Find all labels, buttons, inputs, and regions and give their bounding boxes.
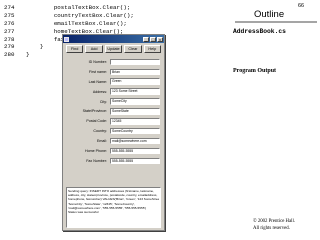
line-number: 276 [4, 19, 15, 27]
code-text: emailTextBox.Clear(); [26, 19, 127, 27]
status-line: Status was successful [68, 210, 99, 215]
line-number: 274 [4, 4, 15, 11]
copyright-line: © 2002 Prentice Hall. [253, 219, 296, 224]
address-field[interactable]: 123 Some Street [110, 88, 160, 95]
code-line: 275 countryTextBox.Clear(); [4, 12, 134, 20]
line-number: 277 [4, 27, 15, 35]
email-label: Email: [97, 139, 107, 144]
minimize-button[interactable]: _ [143, 36, 149, 42]
app-icon [64, 36, 69, 42]
close-button[interactable]: x [157, 36, 163, 42]
field-row-state: State/Province: SomeState [66, 106, 161, 116]
help-button[interactable]: Help [143, 45, 162, 53]
fax-field[interactable]: 555-555-5555 [110, 157, 160, 165]
copyright-line: All rights reserved. [253, 225, 290, 231]
line-number: 275 [4, 11, 15, 19]
city-label: City: [99, 99, 107, 104]
find-button[interactable]: Find [66, 45, 84, 53]
fax-label: Fax Number: [86, 158, 107, 163]
form-fields: ID Number: First name: Brian Last Name: … [63, 55, 164, 166]
add-button[interactable]: Add [85, 45, 103, 53]
status-textbox[interactable]: Sending query: INSERT INTO addresses (fi… [66, 187, 161, 228]
line-number: 280 [4, 51, 15, 59]
outline-divider [235, 21, 317, 23]
last-name-field[interactable]: Green [110, 78, 160, 86]
clear-button[interactable]: Clear [124, 45, 142, 53]
field-row-country: Country: SomeCountry [66, 126, 161, 136]
program-output-label: Program Output [233, 68, 277, 74]
field-row-first-name: First name: Brian [66, 67, 161, 77]
code-text: postalTextBox.Clear(); [26, 4, 131, 11]
code-line: 276 emailTextBox.Clear(); [4, 20, 134, 28]
first-name-label: First name: [89, 69, 107, 74]
title-bar: _ □ x [63, 35, 164, 43]
field-row-last-name: Last Name: Green [66, 77, 161, 87]
code-text: countryTextBox.Clear(); [26, 11, 134, 19]
field-row-city: City: SomeCity [66, 97, 161, 107]
id-field[interactable] [110, 58, 160, 66]
field-row-home-phone: Home Phone: 555-555-5555 [66, 146, 161, 156]
maximize-button[interactable]: □ [150, 36, 156, 42]
status-line: homephone, faxnumber) VALUES('Brian', 'G… [68, 197, 159, 202]
postal-code-label: Postal Code: [86, 119, 107, 124]
outline-heading: Outline [254, 9, 285, 20]
field-row-id: ID Number: [66, 57, 161, 67]
state-field[interactable]: SomeState [110, 108, 160, 115]
field-row-fax: Fax Number: 555-555-5555 [66, 156, 161, 166]
home-phone-field[interactable]: 555-555-5555 [110, 147, 160, 155]
email-field[interactable]: mail@somewhere.com [110, 137, 160, 145]
country-label: Country: [93, 129, 107, 134]
country-field[interactable]: SomeCountry [110, 127, 160, 135]
last-name-label: Last Name: [88, 79, 107, 84]
state-label: State/Province: [82, 109, 107, 114]
update-button[interactable]: Update [104, 45, 123, 53]
outline-topic: AddressBook.cs [233, 28, 286, 35]
address-label: Address: [92, 89, 107, 94]
address-book-window: _ □ x Find Add Update Clear Help ID Numb… [62, 34, 165, 231]
line-number: 279 [4, 43, 15, 51]
id-label: ID Number: [88, 59, 107, 64]
field-row-postal: Postal Code: 12345 [66, 116, 161, 126]
button-bar: Find Add Update Clear Help [63, 43, 164, 55]
first-name-field[interactable]: Brian [110, 68, 160, 76]
code-text: } [26, 51, 30, 59]
postal-code-field[interactable]: 12345 [110, 117, 160, 125]
slide-number: 66 [298, 3, 305, 9]
field-row-address: Address: 123 Some Street [66, 87, 161, 97]
line-number: 278 [4, 35, 15, 43]
copyright: © 2002 Prentice Hall. All rights reserve… [253, 219, 295, 232]
city-field[interactable]: SomeCity [110, 98, 160, 105]
home-phone-label: Home Phone: [85, 148, 107, 153]
code-text: } [26, 43, 44, 51]
code-line: 274 postalTextBox.Clear(); [4, 4, 134, 12]
field-row-email: Email: mail@somewhere.com [66, 136, 161, 146]
